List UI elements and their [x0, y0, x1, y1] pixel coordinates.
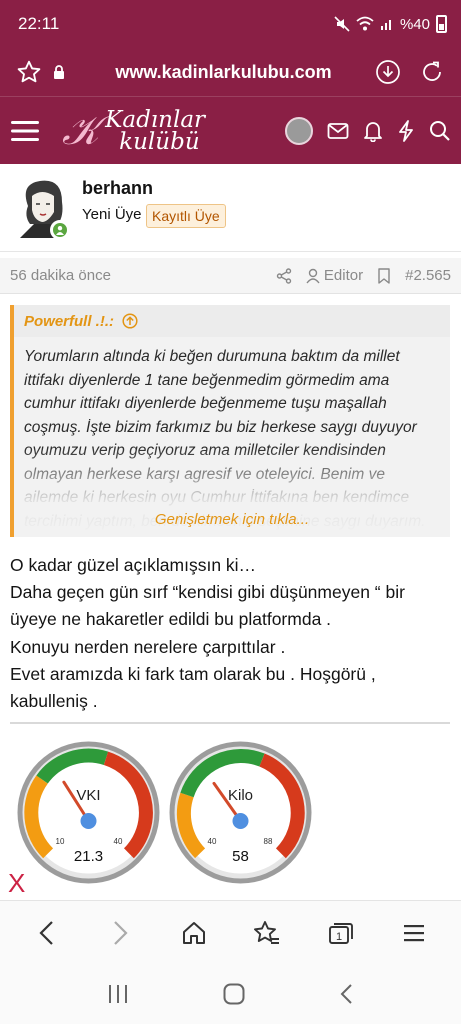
post-message: O kadar güzel açıklamışsın ki… Daha geçe…: [10, 552, 450, 715]
signal-icon: [380, 20, 391, 30]
bookmark-icon[interactable]: [377, 267, 391, 284]
user-badge: Kayıtlı Üye: [146, 204, 226, 228]
post-user-card: berhann Yeni Üye Kayıtlı Üye: [0, 164, 461, 252]
message-line: Evet aramızda ki fark tam olarak bu . Ho…: [10, 663, 376, 712]
editor-link[interactable]: Editor: [306, 267, 363, 284]
signature-divider: [10, 722, 450, 724]
user-title: Yeni Üye: [82, 206, 142, 223]
reload-icon[interactable]: [417, 57, 447, 87]
search-icon[interactable]: [429, 120, 451, 142]
online-status-icon: [50, 220, 70, 240]
gauge-value: 21.3: [74, 848, 103, 865]
back-icon[interactable]: [27, 913, 67, 953]
battery-level: %40: [399, 15, 430, 33]
gauge-min: 40: [208, 837, 217, 846]
quote-block: Powerfull .!.: Yorumların altında ki beğ…: [10, 305, 450, 537]
tabs-icon[interactable]: 1: [321, 913, 361, 953]
quote-header[interactable]: Powerfull .!.:: [14, 305, 450, 337]
share-icon[interactable]: [276, 267, 292, 284]
bookmark-star-icon[interactable]: [14, 57, 44, 87]
alerts-bell-icon[interactable]: [363, 120, 383, 142]
browser-toolbar: 1: [0, 900, 461, 964]
download-icon[interactable]: [373, 57, 403, 87]
message-line: O kadar güzel açıklamışsın ki…: [10, 555, 257, 575]
post-meta-bar: 56 dakika önce Editor #2.565: [0, 258, 461, 294]
gauge-label: VKI: [76, 787, 100, 804]
battery-icon: [436, 15, 447, 33]
gauge-max: 88: [264, 837, 273, 846]
browser-menu-icon[interactable]: [394, 913, 434, 953]
site-logo[interactable]: 𝒦 Kadınlar kulübü: [62, 106, 206, 155]
quote-expand-link[interactable]: Genişletmek için tıkla...: [14, 508, 450, 532]
home-icon[interactable]: [174, 913, 214, 953]
message-line: Konuyu nerden nerelere çarpıttılar .: [10, 636, 286, 657]
gauge-label: Kilo: [228, 787, 253, 804]
logo-line1: Kadınlar: [105, 106, 206, 133]
user-name[interactable]: berhann: [82, 178, 153, 199]
bookmarks-icon[interactable]: [247, 913, 287, 953]
user-icon: [306, 268, 320, 283]
menu-icon[interactable]: [10, 118, 40, 144]
lock-icon: [44, 57, 74, 87]
ad-close-button[interactable]: X: [8, 868, 25, 899]
logo-line2: kulübü: [119, 128, 200, 155]
gauge-min: 10: [56, 837, 65, 846]
wifi-icon: [356, 16, 374, 31]
mute-icon: [334, 16, 350, 32]
whats-new-bolt-icon[interactable]: [397, 119, 415, 142]
recents-icon[interactable]: [106, 983, 130, 1005]
forward-icon[interactable]: [100, 913, 140, 953]
post-date[interactable]: 56 dakika önce: [10, 267, 262, 284]
account-avatar[interactable]: [285, 116, 313, 145]
url-text[interactable]: www.kadinlarkulubu.com: [74, 62, 373, 83]
gauge-value: 58: [232, 848, 249, 865]
post-number[interactable]: #2.565: [405, 267, 451, 284]
inbox-icon[interactable]: [327, 122, 349, 140]
quote-body: Yorumların altında ki beğen durumuna bak…: [14, 337, 450, 537]
gauge-max: 40: [114, 837, 123, 846]
site-header: 𝒦 Kadınlar kulübü: [0, 96, 461, 164]
go-to-quote-icon[interactable]: [122, 313, 138, 329]
editor-label: Editor: [323, 267, 364, 284]
status-time: 22:11: [18, 14, 60, 33]
logo-k-mark-icon: 𝒦: [62, 107, 100, 154]
status-bar: 22:11 %40: [0, 0, 461, 48]
system-nav-bar: [0, 964, 461, 1024]
url-bar: www.kadinlarkulubu.com: [0, 48, 461, 96]
message-line: Daha geçen gün sırf “kendisi gibi düşünm…: [10, 582, 405, 630]
status-icons: %40: [334, 15, 447, 33]
vki-gauge: VKI 10 40 21.3: [16, 740, 161, 885]
quote-author: Powerfull .!.:: [24, 312, 114, 330]
system-home-icon[interactable]: [222, 982, 246, 1006]
system-back-icon[interactable]: [339, 982, 355, 1006]
svg-text:1: 1: [336, 931, 342, 943]
kilo-gauge: Kilo 40 88 58: [168, 740, 313, 885]
